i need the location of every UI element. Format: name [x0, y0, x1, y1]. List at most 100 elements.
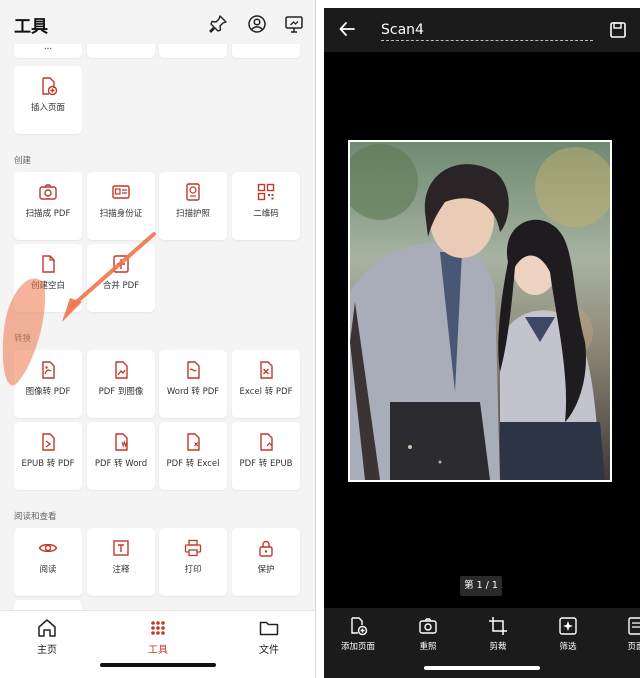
tool-label: EPUB 转 PDF [21, 459, 75, 469]
tool-label: 扫描护照 [175, 209, 210, 219]
add-page-icon [348, 616, 368, 636]
section-title-read: 阅读和查看 [14, 512, 57, 522]
tool-label: 创建空白 [30, 281, 65, 291]
cast-icon[interactable] [284, 14, 304, 34]
tool-epub-to-pdf[interactable]: EPUB 转 PDF [14, 422, 82, 490]
pdf-to-image-icon [111, 360, 131, 380]
tool-label: PDF 转 Word [94, 459, 148, 469]
tools-screen: ... 插入页面 创建 扫描成 PDF 扫描身份证 扫描护照 二维码 创建空白 … [0, 0, 316, 678]
nav-files[interactable]: 文件 [239, 617, 299, 656]
tool-pdf-to-epub[interactable]: PDF 转 EPUB [232, 422, 300, 490]
page-icon [626, 616, 640, 636]
tool-scan-pdf[interactable]: 扫描成 PDF [14, 172, 82, 240]
nav-label: 工具 [148, 645, 168, 656]
filename-underline [381, 40, 593, 41]
screenshot-root: ... 插入页面 创建 扫描成 PDF 扫描身份证 扫描护照 二维码 创建空白 … [0, 0, 640, 678]
scanned-photo-image [350, 142, 610, 480]
page-title: 工具 [14, 17, 48, 37]
account-icon[interactable] [247, 14, 267, 34]
section-title-convert: 转换 [14, 334, 32, 344]
nav-label: 文件 [259, 645, 279, 656]
tool-label: 保护 [257, 565, 275, 575]
page-button[interactable]: 页面 [606, 616, 640, 652]
tool-label: 图像转 PDF [25, 387, 71, 397]
tool-label: 阅读 [39, 565, 57, 575]
scan-preview-screen: Scan4 第 1 / 1 添加页面 重照 剪裁 筛选 页 [324, 8, 640, 678]
tool-read[interactable]: 阅读 [14, 528, 82, 596]
id-card-icon [111, 182, 131, 202]
lock-icon [256, 538, 276, 558]
toolbar-label: 剪裁 [489, 642, 507, 652]
tools-scroll-area[interactable]: ... 插入页面 创建 扫描成 PDF 扫描身份证 扫描护照 二维码 创建空白 … [0, 30, 315, 610]
tool-create-blank[interactable]: 创建空白 [14, 244, 82, 312]
blank-page-icon [38, 254, 58, 274]
tool-qr-code[interactable]: 二维码 [232, 172, 300, 240]
home-icon [36, 617, 58, 639]
printer-icon [183, 538, 203, 558]
camera-icon [38, 182, 58, 202]
pdf-to-excel-icon [183, 432, 203, 452]
toolbar-label: 页面 [627, 642, 640, 652]
tool-insert-page[interactable]: 插入页面 [14, 66, 82, 134]
tool-pdf-to-image[interactable]: PDF 到图像 [87, 350, 155, 418]
pdf-to-epub-icon [256, 432, 276, 452]
epub-to-pdf-icon [38, 432, 58, 452]
passport-icon [183, 182, 203, 202]
crop-icon [488, 616, 508, 636]
tool-tile-partial[interactable] [14, 600, 82, 610]
tools-header: 工具 [0, 0, 315, 44]
insert-page-icon [38, 76, 58, 96]
nav-label: 主页 [37, 645, 57, 656]
scan-header: Scan4 [324, 8, 640, 52]
tool-pdf-to-excel[interactable]: PDF 转 Excel [159, 422, 227, 490]
image-to-pdf-icon [38, 360, 58, 380]
tool-label: PDF 转 EPUB [239, 459, 293, 469]
tool-label: 合并 PDF [102, 281, 140, 291]
filename-input[interactable]: Scan4 [381, 22, 424, 38]
tool-pdf-to-word[interactable]: PDF 转 Word [87, 422, 155, 490]
save-icon[interactable] [609, 21, 627, 39]
toolbar-label: 筛选 [559, 642, 577, 652]
tool-print[interactable]: 打印 [159, 528, 227, 596]
home-indicator [424, 666, 540, 670]
tool-label: Excel 转 PDF [239, 387, 293, 397]
tool-label: 注释 [112, 565, 130, 575]
tool-label: PDF 转 Excel [166, 459, 220, 469]
tool-scan-passport[interactable]: 扫描护照 [159, 172, 227, 240]
merge-icon [111, 254, 131, 274]
tool-merge-pdf[interactable]: 合并 PDF [87, 244, 155, 312]
scan-toolbar: 添加页面 重照 剪裁 筛选 页 [324, 608, 640, 678]
tool-word-to-pdf[interactable]: Word 转 PDF [159, 350, 227, 418]
eye-icon [38, 538, 58, 558]
filter-button[interactable]: 筛选 [538, 616, 598, 652]
sparkle-icon [558, 616, 578, 636]
tool-excel-to-pdf[interactable]: Excel 转 PDF [232, 350, 300, 418]
page-indicator: 第 1 / 1 [460, 576, 502, 596]
word-to-pdf-icon [183, 360, 203, 380]
toolbar-label: 添加页面 [340, 642, 375, 652]
tool-scan-id[interactable]: 扫描身份证 [87, 172, 155, 240]
back-arrow-icon[interactable] [338, 20, 356, 38]
tool-annotate[interactable]: 注释 [87, 528, 155, 596]
tool-label: Word 转 PDF [166, 387, 220, 397]
pin-icon[interactable] [208, 14, 228, 34]
crop-button[interactable]: 剪裁 [468, 616, 528, 652]
tool-protect[interactable]: 保护 [232, 528, 300, 596]
nav-home[interactable]: 主页 [17, 617, 77, 656]
retake-button[interactable]: 重照 [398, 616, 458, 652]
grid-dots-icon [147, 617, 169, 639]
toolbar-label: 重照 [419, 642, 437, 652]
add-page-button[interactable]: 添加页面 [328, 616, 388, 652]
tool-label: PDF 到图像 [98, 387, 144, 397]
tool-label: 扫描身份证 [99, 209, 143, 219]
folder-icon [258, 617, 280, 639]
nav-tools[interactable]: 工具 [128, 617, 188, 656]
qr-code-icon [256, 182, 276, 202]
bottom-navigation: 主页 工具 文件 [0, 610, 315, 678]
tool-image-to-pdf[interactable]: 图像转 PDF [14, 350, 82, 418]
excel-to-pdf-icon [256, 360, 276, 380]
annotate-icon [111, 538, 131, 558]
tool-label: 二维码 [253, 209, 279, 219]
scanned-photo [348, 140, 612, 482]
camera-icon [418, 616, 438, 636]
